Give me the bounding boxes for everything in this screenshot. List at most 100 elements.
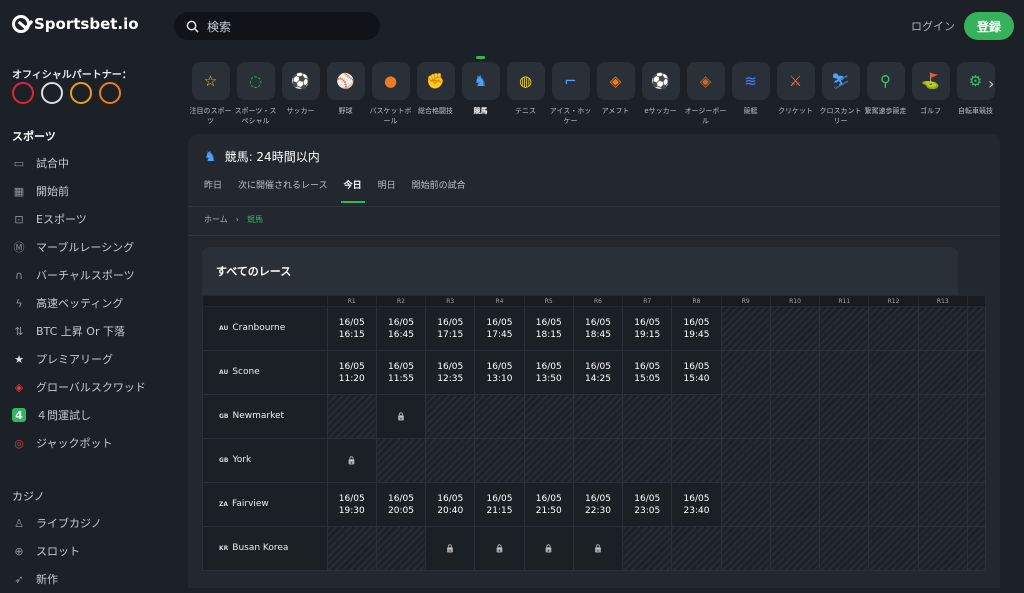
- category-label: 自転車競技: [958, 107, 993, 115]
- category-glove[interactable]: ✊ 総合格闘技: [413, 56, 458, 136]
- race-cell-empty: [917, 394, 968, 439]
- race-cell[interactable]: 16/05 15:05: [622, 350, 673, 395]
- category-tennis[interactable]: ◍ テニス: [503, 56, 548, 136]
- race-cell[interactable]: 16/05 22:30: [572, 482, 624, 527]
- venue-cell[interactable]: AU Scone: [202, 350, 328, 395]
- venue-cell[interactable]: GB York: [202, 438, 328, 483]
- race-cell[interactable]: 16/05 20:40: [425, 482, 476, 527]
- race-column-header: R13: [917, 295, 968, 307]
- sidebar-item[interactable]: ⊕ スロット: [12, 537, 172, 565]
- tab-day[interactable]: 明日: [378, 178, 396, 203]
- race-cell-empty: [917, 306, 968, 351]
- category-golf[interactable]: ⛳ ゴルフ: [908, 56, 953, 136]
- tab-day[interactable]: 今日: [340, 178, 365, 203]
- brand-logo[interactable]: Sportsbet.io: [12, 15, 139, 33]
- sidebar-item[interactable]: 4 ４問運試し: [12, 401, 172, 429]
- sidebar-item-label: ジャックポット: [36, 437, 113, 450]
- sidebar-item[interactable]: ϟ 高速ベッティング: [12, 289, 172, 317]
- race-cell[interactable]: 16/05 13:10: [474, 350, 525, 395]
- category-skiing[interactable]: ⛷ クロスカントリー: [818, 56, 863, 136]
- race-cell-empty: [868, 438, 919, 483]
- category-football[interactable]: ◈ アメフト: [593, 56, 638, 136]
- race-cell-empty: [425, 394, 476, 439]
- race-cell[interactable]: 16/05 23:05: [622, 482, 673, 527]
- login-link[interactable]: ログイン: [911, 18, 955, 34]
- tab-day[interactable]: 次に開催されるレース: [238, 178, 328, 203]
- category-hockey[interactable]: ⌐ アイス・ホッケー: [548, 56, 593, 136]
- category-soccer[interactable]: ⚽ サッカー: [278, 56, 323, 136]
- race-time: 19:30: [338, 505, 365, 516]
- race-date: 16/05: [683, 317, 710, 328]
- race-cell[interactable]: 16/05 12:35: [425, 350, 476, 395]
- race-cell-empty: [769, 482, 821, 527]
- panel-title-text: 競馬: 24時間以内: [224, 150, 320, 164]
- race-date: 16/05: [535, 361, 562, 372]
- laliga-logo-icon[interactable]: [12, 82, 34, 104]
- race-cell[interactable]: 16/05 11:55: [375, 350, 427, 395]
- category-esoccer[interactable]: ⚽ eサッカー: [638, 56, 683, 136]
- venue-cell[interactable]: GB Newmarket: [202, 394, 328, 439]
- race-cell[interactable]: 16/05 11:20: [326, 350, 377, 395]
- sidebar-item[interactable]: ◈ グローバルスクワッド: [12, 373, 172, 401]
- category-special[interactable]: ◌ スポーツ・スペシャル: [233, 56, 278, 136]
- race-cell[interactable]: 16/05 18:45: [572, 306, 624, 351]
- sidebar-item[interactable]: ▦ 開始前: [12, 177, 172, 205]
- category-star[interactable]: ☆ 注目のスポーツ: [188, 56, 233, 136]
- sidebar-item[interactable]: ★ プレミアリーグ: [12, 345, 172, 373]
- race-cell-locked: 🔒: [326, 438, 377, 483]
- sidebar-item[interactable]: ▭ 試合中: [12, 149, 172, 177]
- category-horse-racing[interactable]: ♞ 競馬: [458, 56, 503, 136]
- category-aussie-ball[interactable]: ◈ オージーボール: [683, 56, 728, 136]
- race-cell[interactable]: 16/05 20:05: [375, 482, 427, 527]
- sidebar-item[interactable]: ⊡ Eスポーツ: [12, 205, 172, 233]
- category-baseball[interactable]: ⚾ 野球: [323, 56, 368, 136]
- race-cell[interactable]: 16/05 17:45: [474, 306, 525, 351]
- sidebar-item[interactable]: ➶ 新作: [12, 565, 172, 593]
- race-cell[interactable]: 16/05 16:45: [375, 306, 427, 351]
- venue-cell[interactable]: KR Busan Korea: [202, 526, 328, 571]
- category-basketball[interactable]: ● バスケットボール: [368, 56, 413, 136]
- category-harness[interactable]: ⚲ 繋駕速歩競走: [863, 56, 908, 136]
- venue-cell[interactable]: AU Cranbourne: [202, 306, 328, 351]
- race-cell[interactable]: 16/05 23:40: [671, 482, 722, 527]
- race-cell[interactable]: 16/05 17:15: [425, 306, 476, 351]
- race-cell[interactable]: 16/05 21:50: [523, 482, 574, 527]
- race-cell[interactable]: 16/05 19:45: [671, 306, 722, 351]
- race-cell[interactable]: 16/05 13:50: [523, 350, 574, 395]
- chevron-right-icon[interactable]: ›: [988, 68, 1000, 98]
- race-cell-empty: [671, 394, 722, 439]
- race-cell[interactable]: 16/05 19:30: [326, 482, 377, 527]
- category-boat[interactable]: ≋ 競艇: [728, 56, 773, 136]
- basketball-logo-icon[interactable]: [99, 82, 121, 104]
- newcastle-logo-icon[interactable]: [41, 82, 63, 104]
- race-cell[interactable]: 16/05 14:25: [572, 350, 624, 395]
- sport-categories: ☆ 注目のスポーツ ◌ スポーツ・スペシャル ⚽ サッカー ⚾ 野球 ● バスケットボール ✊ 総合格…: [188, 56, 1000, 136]
- sidebar-item[interactable]: ⇅ BTC 上昇 Or 下落: [12, 317, 172, 345]
- category-cricket[interactable]: ⚔ クリケット: [773, 56, 818, 136]
- tab-day[interactable]: 開始前の試合: [412, 178, 466, 203]
- lock-icon: 🔒: [543, 543, 554, 553]
- hull-city-logo-icon[interactable]: [70, 82, 92, 104]
- race-cell[interactable]: 16/05 15:40: [671, 350, 722, 395]
- race-cell[interactable]: 16/05 21:15: [474, 482, 525, 527]
- lock-icon: 🔒: [396, 411, 406, 421]
- race-cell[interactable]: 16/05 16:15: [326, 306, 377, 351]
- sidebar-item[interactable]: ◎ ジャックポット: [12, 429, 172, 457]
- tab-day[interactable]: 昨日: [204, 178, 222, 203]
- register-button[interactable]: 登録: [964, 12, 1014, 40]
- sidebar-item[interactable]: Ⓜ マーブルレーシング: [12, 233, 172, 261]
- monitor-icon: ▭: [13, 156, 25, 170]
- category-label: オージーボール: [684, 107, 727, 125]
- sidebar-item[interactable]: ∩ バーチャルスポーツ: [12, 261, 172, 289]
- marble-icon: Ⓜ: [13, 241, 25, 254]
- race-cell-empty: [819, 438, 870, 483]
- race-cell[interactable]: 16/05 19:15: [622, 306, 673, 351]
- casino-section-title: カジノ: [12, 490, 45, 503]
- race-cell[interactable]: 16/05 18:15: [523, 306, 574, 351]
- sidebar-item[interactable]: ♙ ライブカジノ: [12, 509, 172, 537]
- search-input[interactable]: 検索: [174, 12, 380, 40]
- venue-cell[interactable]: ZA Fairview: [202, 482, 328, 527]
- race-cell-empty: [868, 482, 919, 527]
- breadcrumb-home[interactable]: ホーム: [204, 214, 228, 225]
- category-label: クロスカントリー: [819, 107, 862, 125]
